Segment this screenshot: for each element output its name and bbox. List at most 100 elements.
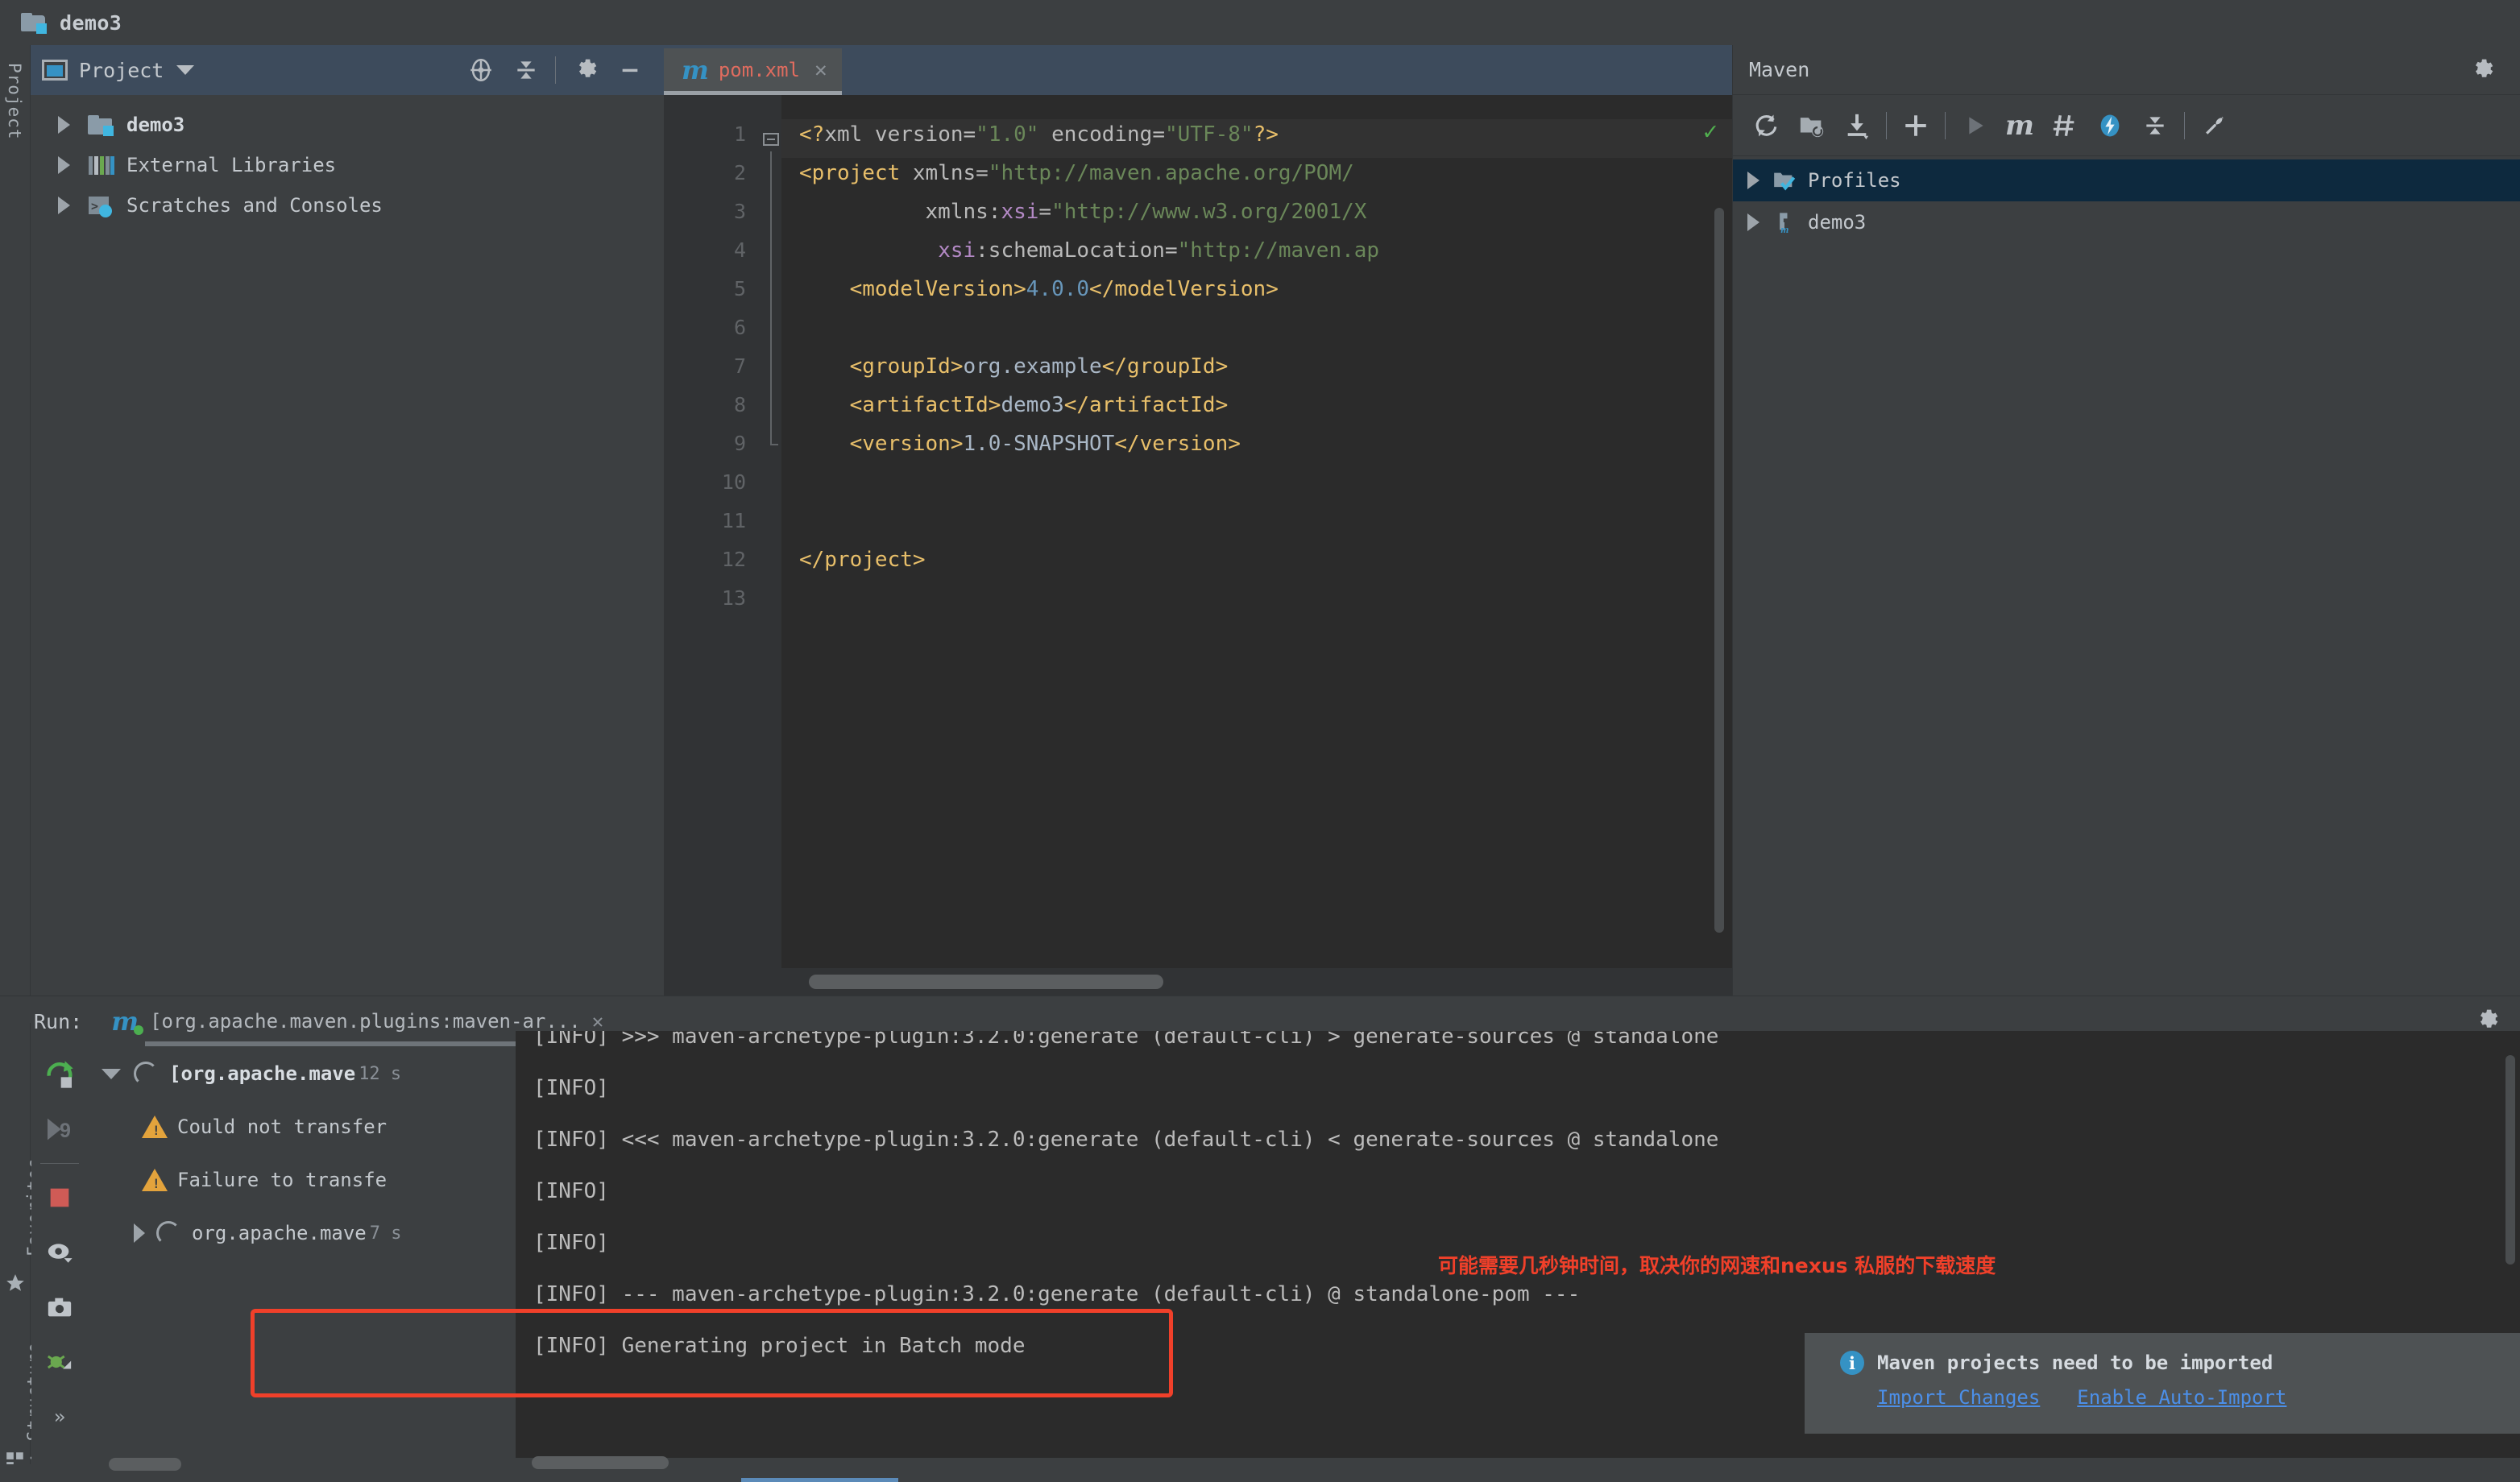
- rerun-icon[interactable]: [31, 1047, 88, 1102]
- chevron-right-icon[interactable]: [58, 197, 70, 214]
- code-editor[interactable]: 1 2 3 4 5 6 7 8 9 10 11 12 13 <?xml version="1.0" en…: [664, 95, 1732, 996]
- project-view-icon: [42, 60, 68, 81]
- more-chevrons-icon[interactable]: »: [31, 1389, 88, 1444]
- export-screenshot-icon[interactable]: [31, 1280, 88, 1335]
- code-content[interactable]: <?xml version="1.0" encoding="UTF-8"?> <p…: [781, 95, 1732, 996]
- code-token: xsi: [938, 238, 976, 263]
- editor-horizontal-scrollbar[interactable]: [664, 968, 1732, 996]
- tree-item-demo3[interactable]: demo3: [31, 105, 664, 145]
- maven-tree-item-profiles[interactable]: Profiles: [1733, 159, 2520, 201]
- code-line[interactable]: <version>1.0-SNAPSHOT</version>: [799, 432, 1241, 456]
- chevron-right-icon[interactable]: [58, 116, 70, 134]
- filter-eye-icon[interactable]: [31, 1225, 88, 1280]
- import-changes-link[interactable]: Import Changes: [1877, 1386, 2040, 1409]
- code-line[interactable]: <groupId>org.example</groupId>: [799, 354, 1229, 379]
- code-token: "UTF-8": [1165, 122, 1254, 147]
- line-number: 7: [733, 354, 746, 378]
- maven-settings-icon[interactable]: [2191, 103, 2236, 148]
- running-spinner-icon: [134, 1062, 158, 1086]
- code-token: </modelVersion>: [1089, 277, 1279, 301]
- enable-auto-import-link[interactable]: Enable Auto-Import: [2077, 1386, 2286, 1409]
- code-line[interactable]: <artifactId>demo3</artifactId>: [799, 393, 1229, 417]
- maven-tool-window-header: Maven: [1733, 45, 2520, 95]
- annotation-highlight-box: [251, 1309, 1173, 1397]
- console-horizontal-scrollbar[interactable]: [532, 1456, 2514, 1472]
- maven-m-icon: m: [682, 54, 709, 85]
- inspection-ok-icon[interactable]: ✓: [1703, 118, 1718, 146]
- line-number: 1: [733, 122, 746, 146]
- download-sources-icon[interactable]: [1834, 103, 1880, 148]
- chevron-right-icon[interactable]: [134, 1223, 145, 1243]
- collapse-all-icon[interactable]: [2132, 103, 2178, 148]
- notification-message: Maven projects need to be imported: [1877, 1352, 2273, 1374]
- gear-icon[interactable]: [2459, 48, 2504, 93]
- code-token: </project>: [799, 548, 926, 572]
- editor-area: m pom.xml ✕ 1 2 3 4 5 6 7 8 9 10 11 12 13 <?xml vers…: [664, 45, 1732, 996]
- generate-sources-icon[interactable]: [1789, 103, 1834, 148]
- chevron-down-icon[interactable]: [176, 65, 195, 75]
- annotation-note-text: 可能需要几秒钟时间，取决你的网速和nexus 私服的下载速度: [1438, 1254, 1996, 1277]
- add-maven-project-icon[interactable]: [1893, 103, 1938, 148]
- tree-item-external-libraries[interactable]: External Libraries: [31, 145, 664, 185]
- scrollbar-thumb[interactable]: [809, 975, 1163, 989]
- chevron-right-icon[interactable]: [1747, 172, 1759, 189]
- run-results-tree: [org.apache.mave 12 s Could not transfer…: [89, 1047, 516, 1482]
- code-folding-rail[interactable]: [761, 95, 781, 996]
- rerun-failed-tests-icon[interactable]: 9: [31, 1102, 88, 1157]
- run-tree-item-label: Could not transfer: [177, 1116, 388, 1138]
- run-tree-horizontal-scrollbar[interactable]: [109, 1458, 181, 1471]
- close-icon[interactable]: ✕: [592, 1010, 603, 1033]
- tab-pom-xml[interactable]: m pom.xml ✕: [664, 48, 842, 95]
- maven-tool-window: Maven m Profiles m demo3: [1732, 45, 2520, 996]
- chevron-down-icon[interactable]: [102, 1068, 121, 1079]
- stop-icon[interactable]: [31, 1170, 88, 1225]
- run-label: Run:: [34, 1009, 83, 1033]
- tab-label: pom.xml: [718, 58, 801, 81]
- collapse-all-icon[interactable]: [504, 48, 549, 93]
- code-line[interactable]: <modelVersion>4.0.0</modelVersion>: [799, 277, 1279, 301]
- code-line[interactable]: <project xmlns="http://maven.apache.org/…: [799, 161, 1354, 185]
- tree-item-scratches-and-consoles[interactable]: > Scratches and Consoles: [31, 185, 664, 226]
- code-token: </groupId>: [1101, 354, 1229, 379]
- minimize-icon[interactable]: [607, 48, 653, 93]
- toggle-skip-tests-icon[interactable]: [2042, 103, 2087, 148]
- console-line: [INFO]: [533, 1231, 609, 1255]
- scrollbar-thumb[interactable]: [532, 1456, 669, 1469]
- thread-dump-icon[interactable]: [31, 1335, 88, 1389]
- run-tree-item-duration: 12 s: [359, 1063, 402, 1084]
- run-icon[interactable]: [1952, 103, 1997, 148]
- chevron-right-icon[interactable]: [1747, 213, 1759, 231]
- run-tree-item-warning-1[interactable]: Could not transfer: [89, 1100, 516, 1153]
- execute-maven-goal-icon[interactable]: m: [1997, 103, 2042, 148]
- code-token: xmlns:: [799, 200, 1001, 224]
- maven-tree-item-demo3[interactable]: m demo3: [1733, 201, 2520, 243]
- sidebar-item-project[interactable]: Project: [5, 63, 24, 140]
- toggle-offline-mode-icon[interactable]: [2087, 103, 2132, 148]
- tree-item-label: demo3: [126, 114, 185, 136]
- code-token: "http://maven.apache.org/POM/: [988, 161, 1354, 185]
- fold-collapse-icon[interactable]: [761, 130, 781, 151]
- editor-vertical-scrollbar[interactable]: [1714, 208, 1724, 933]
- code-line[interactable]: </project>: [799, 548, 926, 572]
- run-tree-item-child[interactable]: org.apache.mave 7 s: [89, 1207, 516, 1260]
- gear-icon[interactable]: [562, 48, 607, 93]
- code-line[interactable]: xmlns:xsi="http://www.w3.org/2001/X: [799, 200, 1367, 224]
- code-token: </version>: [1114, 432, 1241, 456]
- scratches-icon: >: [88, 194, 115, 217]
- run-tree-item-root[interactable]: [org.apache.mave 12 s: [89, 1047, 516, 1100]
- chevron-right-icon[interactable]: [58, 156, 70, 174]
- run-tree-item-warning-2[interactable]: Failure to transfe: [89, 1153, 516, 1207]
- code-token: 1.0-SNAPSHOT: [963, 432, 1115, 456]
- code-line[interactable]: xsi:schemaLocation="http://maven.ap: [799, 238, 1379, 263]
- reload-all-maven-projects-icon[interactable]: [1744, 103, 1789, 148]
- tree-item-label: External Libraries: [126, 154, 337, 176]
- code-token: <modelVersion>: [799, 277, 1026, 301]
- console-line: [INFO] <<< maven-archetype-plugin:3.2.0:…: [533, 1128, 1719, 1152]
- console-vertical-scrollbar[interactable]: [2505, 1055, 2515, 1265]
- project-tree: demo3 External Libraries > Scratches and…: [31, 95, 664, 226]
- fold-region-end-icon: [762, 433, 780, 449]
- run-tab-title[interactable]: [org.apache.maven.plugins:maven-ar...: [150, 1010, 581, 1033]
- close-icon[interactable]: ✕: [814, 58, 827, 82]
- locate-icon[interactable]: [458, 48, 504, 93]
- code-line[interactable]: <?xml version="1.0" encoding="UTF-8"?>: [799, 122, 1279, 147]
